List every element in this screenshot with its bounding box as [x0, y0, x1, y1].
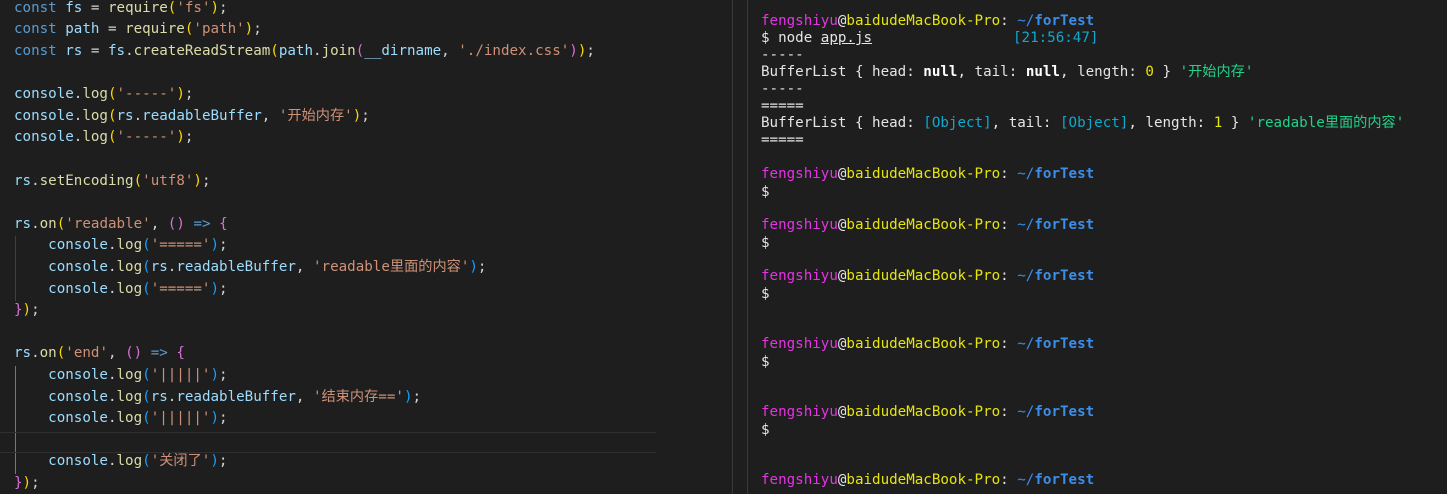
command-file: app.js	[820, 30, 873, 46]
output-bufferlist-2: BufferList { head: [Object], tail: [Obje…	[761, 115, 1405, 131]
code-line-5: console.log('-----');	[14, 86, 194, 102]
terminal-prompt: fengshiyu@baidudeMacBook-Pro: ~/forTest	[761, 166, 1095, 182]
terminal-input-line: $	[761, 286, 770, 302]
output-eq-line: =====	[761, 132, 804, 148]
prompt-path: forTest	[1034, 13, 1095, 29]
prompt-host: baidudeMacBook-Pro	[846, 268, 1001, 284]
terminal-prompt: fengshiyu@baidudeMacBook-Pro: ~/forTest	[761, 217, 1095, 233]
prompt-path: forTest	[1034, 336, 1095, 352]
code-line-18: console.log('|||||');	[48, 367, 228, 383]
code-line-2: const path = require('path');	[14, 21, 262, 37]
prompt-user: fengshiyu	[761, 166, 838, 182]
command-timestamp: [21:56:47]	[1013, 30, 1099, 46]
prompt-host: baidudeMacBook-Pro	[846, 336, 1001, 352]
prompt-host: baidudeMacBook-Pro	[846, 404, 1001, 420]
terminal-prompt: fengshiyu@baidudeMacBook-Pro: ~/forTest	[761, 336, 1095, 352]
prompt-path: forTest	[1034, 217, 1095, 233]
code-line-20: console.log('|||||');	[48, 410, 228, 426]
terminal-input-line: $	[761, 354, 770, 370]
code-line-23: });	[14, 475, 40, 491]
output-dash-line: -----	[761, 47, 804, 63]
prompt-host: baidudeMacBook-Pro	[846, 166, 1001, 182]
code-line-22: console.log('关闭了');	[48, 453, 228, 469]
current-line-highlight	[0, 432, 656, 453]
code-line-1: const fs = require('fs');	[14, 0, 228, 16]
prompt-host: baidudeMacBook-Pro	[846, 217, 1001, 233]
prompt-user: fengshiyu	[761, 404, 838, 420]
code-editor[interactable]: const fs = require('fs'); const path = r…	[0, 0, 732, 494]
terminal-prompt: fengshiyu@baidudeMacBook-Pro: ~/forTest	[761, 472, 1095, 488]
terminal-input-line: $	[761, 184, 770, 200]
prompt-user: fengshiyu	[761, 13, 838, 29]
code-line-17: rs.on('end', () => {	[14, 345, 185, 361]
terminal-prompt: fengshiyu@baidudeMacBook-Pro: ~/forTest	[761, 268, 1095, 284]
output-dash-line: -----	[761, 81, 804, 97]
code-line-14: console.log('=====');	[48, 281, 228, 297]
terminal-input-line: $	[761, 235, 770, 251]
code-line-6: console.log(rs.readableBuffer, '开始内存');	[14, 108, 370, 124]
terminal-input-line: $	[761, 422, 770, 438]
code-line-3: const rs = fs.createReadStream(path.join…	[14, 43, 595, 59]
prompt-path: forTest	[1034, 472, 1095, 488]
prompt-user: fengshiyu	[761, 268, 838, 284]
terminal-command-line: $ node app.js [21:56:47]	[761, 30, 1099, 46]
code-line-13: console.log(rs.readableBuffer, 'readable…	[48, 259, 487, 275]
code-line-12: console.log('=====');	[48, 237, 228, 253]
prompt-host: baidudeMacBook-Pro	[846, 472, 1001, 488]
output-eq-line: =====	[761, 98, 804, 114]
code-line-7: console.log('-----');	[14, 129, 194, 145]
code-line-15: });	[14, 302, 40, 318]
terminal-prompt: fengshiyu@baidudeMacBook-Pro: ~/forTest	[761, 404, 1095, 420]
prompt-path: forTest	[1034, 404, 1095, 420]
prompt-user: fengshiyu	[761, 217, 838, 233]
output-bufferlist-1: BufferList { head: null, tail: null, len…	[761, 64, 1254, 80]
prompt-path: forTest	[1034, 166, 1095, 182]
token: fs	[65, 0, 83, 16]
code-line-9: rs.setEncoding('utf8');	[14, 173, 211, 189]
prompt-path: forTest	[1034, 268, 1095, 284]
code-line-11: rs.on('readable', () => {	[14, 216, 228, 232]
terminal-prompt: fengshiyu@baidudeMacBook-Pro: ~/forTest	[761, 13, 1095, 29]
prompt-user: fengshiyu	[761, 336, 838, 352]
prompt-user: fengshiyu	[761, 472, 838, 488]
prompt-host: baidudeMacBook-Pro	[846, 13, 1001, 29]
code-line-19: console.log(rs.readableBuffer, '结束内存==')…	[48, 389, 422, 405]
terminal-output: fengshiyu@baidudeMacBook-Pro: ~/forTest $…	[733, 0, 1447, 494]
app-window: const fs = require('fs'); const path = r…	[0, 0, 1447, 494]
